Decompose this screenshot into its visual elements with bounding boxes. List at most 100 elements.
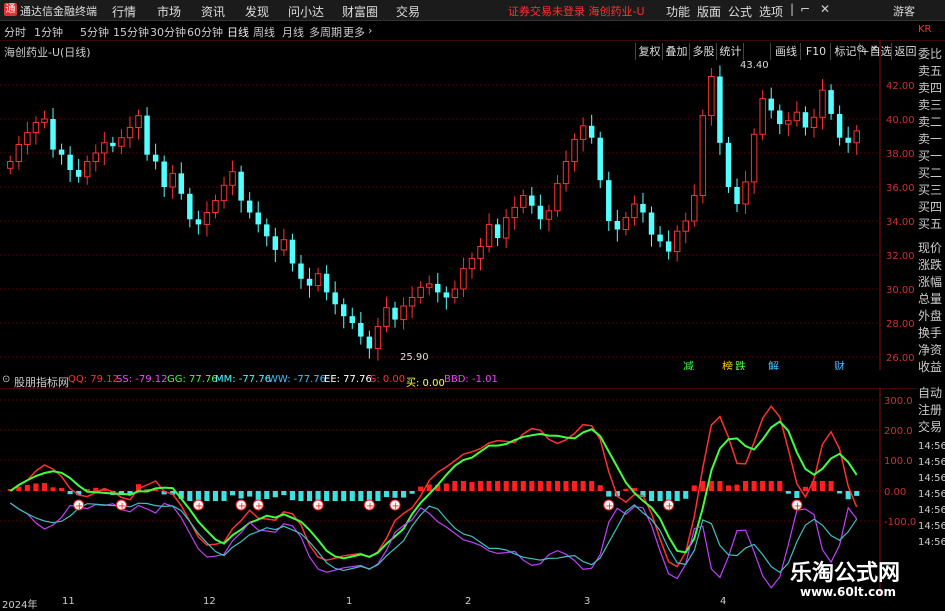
candle-body xyxy=(220,184,228,202)
side-item[interactable]: 涨跌 xyxy=(918,257,945,273)
candle-body xyxy=(759,98,766,135)
period-5min[interactable]: 5分钟 xyxy=(80,24,109,40)
period-more[interactable]: 更多 xyxy=(343,24,365,40)
histogram-bar xyxy=(683,491,689,499)
menu-layout[interactable]: 版面 xyxy=(697,3,721,20)
buy-signal-plus: + xyxy=(366,501,374,512)
indicator-value: BBD: -1.01 xyxy=(444,374,498,385)
chevron-right-icon[interactable]: › xyxy=(368,24,372,37)
indicator-value: S: 0.00 xyxy=(370,374,406,385)
candle-body xyxy=(110,142,116,147)
period-timeshare[interactable]: 分时 xyxy=(4,24,26,40)
side-top-tag[interactable]: KR xyxy=(918,22,945,38)
side-item[interactable]: 涨幅 xyxy=(918,274,945,290)
period-multi[interactable]: 多周期 xyxy=(309,24,342,40)
candle-body xyxy=(425,283,433,288)
side-item[interactable]: 交易 xyxy=(918,419,945,435)
candle-body xyxy=(118,137,125,147)
period-15min[interactable]: 15分钟 xyxy=(113,24,149,40)
histogram-bar xyxy=(854,491,860,496)
price-tick: 30.00 xyxy=(886,285,915,296)
side-item[interactable]: 买三 xyxy=(918,182,945,198)
period-30min[interactable]: 30分钟 xyxy=(150,24,186,40)
histogram-bar xyxy=(572,481,578,491)
side-item[interactable]: 自动 xyxy=(918,385,945,401)
candle-body xyxy=(819,89,826,118)
side-item[interactable]: 卖三 xyxy=(918,97,945,113)
period-monthly[interactable]: 月线 xyxy=(282,24,304,40)
guest-label[interactable]: 游客 xyxy=(893,3,915,19)
period-60min[interactable]: 60分钟 xyxy=(187,24,223,40)
histogram-bar xyxy=(529,481,535,491)
buy-signal-plus: + xyxy=(605,501,613,512)
period-1min[interactable]: 1分钟 xyxy=(34,24,63,40)
side-item[interactable]: 注册 xyxy=(918,402,945,418)
menu-news[interactable]: 资讯 xyxy=(201,3,225,20)
candle-body xyxy=(785,120,792,125)
histogram-bar xyxy=(606,491,612,497)
side-time: 14:56 xyxy=(918,521,945,532)
side-item[interactable]: 外盘 xyxy=(918,308,945,324)
candle-body xyxy=(511,206,518,219)
histogram-bar xyxy=(264,491,270,499)
histogram-bar xyxy=(204,491,210,501)
trade-alert[interactable]: 证券交易未登录 海创药业-U xyxy=(508,3,645,19)
candle-body xyxy=(606,180,612,221)
candle-body xyxy=(494,224,501,238)
indicator-axis: 300.0 200.0 100.0 0.00 -100.0 xyxy=(884,396,916,528)
side-item[interactable]: 卖二 xyxy=(918,114,945,130)
side-item[interactable]: 净资 xyxy=(918,342,945,358)
side-item[interactable]: 卖一 xyxy=(918,131,945,147)
menu-quotes[interactable]: 行情 xyxy=(112,3,136,20)
menu-market[interactable]: 市场 xyxy=(157,3,181,20)
settings-icon: ⚙ xyxy=(856,44,865,55)
side-item[interactable]: 现价 xyxy=(918,240,945,256)
buy-signal-plus: + xyxy=(793,501,801,512)
histogram-bar xyxy=(332,491,338,501)
close-icon[interactable]: ✕ xyxy=(820,2,830,16)
histogram-bar xyxy=(289,491,295,501)
indicator-chart[interactable]: 300.0 200.0 100.0 0.00 -100.0 + + + + + + + + + +… xyxy=(0,388,918,596)
histogram-bar xyxy=(247,491,253,497)
side-item[interactable]: 收益 xyxy=(918,359,945,375)
menu-discover[interactable]: 发现 xyxy=(245,3,269,20)
menu-wealth[interactable]: 财富圈 xyxy=(342,3,378,20)
candle-body xyxy=(246,200,253,213)
side-item[interactable]: 卖四 xyxy=(918,80,945,96)
side-item[interactable]: 买五 xyxy=(918,216,945,232)
side-item[interactable]: 买一 xyxy=(918,148,945,164)
expand-icon[interactable]: ⊙ xyxy=(2,374,10,385)
menu-options[interactable]: 选项 xyxy=(759,3,783,20)
candle-body xyxy=(417,286,424,299)
menu-formula[interactable]: 公式 xyxy=(728,3,752,20)
menu-ask[interactable]: 问小达 xyxy=(288,3,324,20)
histogram-bar xyxy=(760,481,766,491)
chart-controls: ⚙ ✕ xyxy=(856,44,878,55)
kline-chart[interactable]: 42.00 40.00 38.00 36.00 34.00 32.00 30.0… xyxy=(0,40,918,370)
menu-trade[interactable]: 交易 xyxy=(396,3,420,20)
histogram-bar xyxy=(794,491,800,499)
candle-body xyxy=(648,212,655,235)
side-item[interactable]: 委比 xyxy=(918,46,945,62)
indicator-tick: 100.0 xyxy=(884,456,913,467)
candle-body xyxy=(280,239,288,251)
side-item[interactable]: 总量 xyxy=(918,291,945,307)
period-daily[interactable]: 日线 xyxy=(227,24,249,40)
restore-icon[interactable]: ⌐ xyxy=(800,2,810,16)
histogram-bar xyxy=(802,486,808,491)
candle-body xyxy=(597,137,603,181)
histogram-bar xyxy=(324,491,330,501)
candle-body xyxy=(443,292,450,298)
side-item[interactable]: 买四 xyxy=(918,199,945,215)
event-tag: 榜 xyxy=(722,359,733,370)
side-item[interactable]: 买二 xyxy=(918,165,945,181)
candle-body xyxy=(238,171,244,201)
histogram-bar xyxy=(306,491,313,501)
histogram-bar xyxy=(743,481,749,491)
period-weekly[interactable]: 周线 xyxy=(253,24,275,40)
side-item[interactable]: 换手 xyxy=(918,325,945,341)
candle-body xyxy=(502,217,510,239)
candle-body xyxy=(75,170,82,177)
menu-function[interactable]: 功能 xyxy=(666,3,690,20)
side-item[interactable]: 卖五 xyxy=(918,63,945,79)
